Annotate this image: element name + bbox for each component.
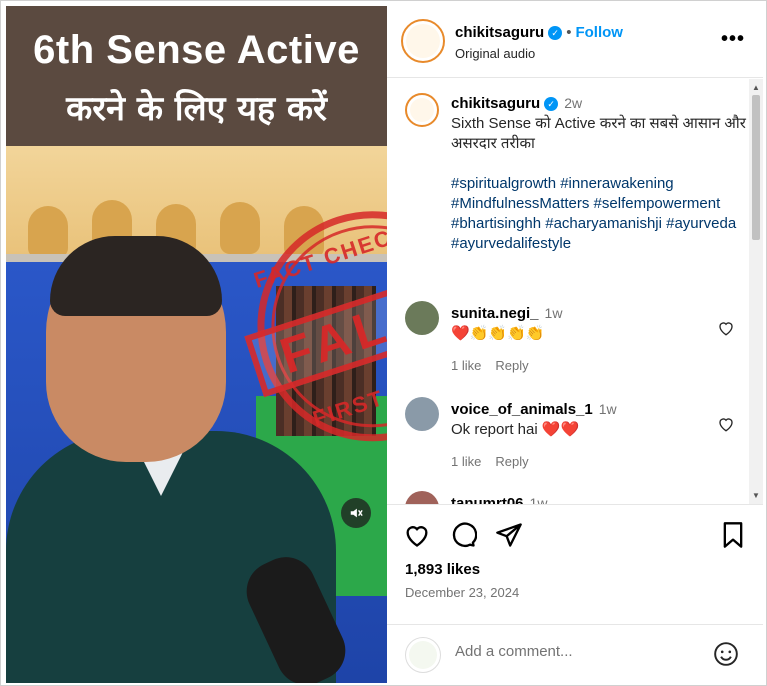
likes-count[interactable]: 1,893 likes	[405, 561, 480, 578]
more-options-icon[interactable]: •••	[721, 28, 745, 51]
reply-button[interactable]: Reply	[495, 454, 528, 469]
post-actions: 1,893 likes December 23, 2024	[387, 504, 763, 624]
follow-button[interactable]: Follow	[575, 24, 623, 41]
figurine	[284, 206, 324, 258]
bookshelf	[276, 286, 376, 436]
comment-text: ❤️👏👏👏👏	[451, 325, 545, 342]
comment-username[interactable]: tanumrt06	[451, 495, 524, 504]
caption-avatar[interactable]	[405, 93, 439, 127]
video-frame	[6, 146, 387, 683]
bookmark-icon[interactable]	[719, 521, 747, 549]
verified-icon: ✓	[548, 26, 563, 40]
scroll-up-arrow[interactable]: ▲	[752, 83, 760, 92]
commenter-avatar[interactable]	[405, 397, 439, 431]
comments-scrollbar[interactable]: ▲ ▼	[749, 79, 763, 504]
verified-icon: ✓	[544, 97, 559, 111]
audio-label[interactable]: Original audio	[455, 46, 535, 61]
comment-icon[interactable]	[449, 521, 477, 549]
figurine	[220, 202, 260, 254]
video-title-banner: 6th Sense Active करने के लिए यह करें	[6, 6, 387, 146]
caption-hashtags[interactable]: #spiritualgrowth #innerawakening #Mindfu…	[451, 174, 751, 254]
comment-username[interactable]: voice_of_animals_1	[451, 401, 593, 418]
heart-icon[interactable]	[403, 521, 431, 549]
commenter-avatar[interactable]	[405, 301, 439, 335]
comment-like-icon[interactable]	[717, 319, 735, 337]
post-header: chikitsaguru ✓ • Follow Original audio •••	[387, 6, 763, 78]
share-icon[interactable]	[495, 521, 523, 549]
current-user-avatar	[405, 637, 441, 673]
comment-input[interactable]	[455, 643, 705, 660]
post-details-panel: chikitsaguru ✓ • Follow Original audio ••• …	[387, 6, 763, 683]
commenter-avatar[interactable]	[405, 491, 439, 504]
scroll-thumb[interactable]	[752, 95, 760, 240]
separator: •	[566, 24, 572, 41]
comment-username[interactable]: sunita.negi_	[451, 305, 539, 322]
video-title-line2: करने के लिए यह करें	[66, 89, 327, 129]
caption-username[interactable]: chikitsaguru	[451, 95, 540, 112]
caption-text: Sixth Sense को Active करने का सबसे आसान …	[451, 115, 746, 152]
post-window: 6th Sense Active करने के लिए यह करें FAC…	[0, 0, 767, 686]
post-date: December 23, 2024	[405, 585, 520, 600]
reply-button[interactable]: Reply	[495, 358, 528, 373]
comment-time: 1w	[598, 401, 617, 417]
comment-likes[interactable]: 1 like	[451, 454, 481, 469]
figurine	[28, 206, 68, 258]
add-comment-bar	[387, 624, 763, 683]
scroll-down-arrow[interactable]: ▼	[752, 491, 760, 500]
reel-video[interactable]: 6th Sense Active करने के लिए यह करें	[6, 6, 387, 683]
comment-like-icon[interactable]	[717, 415, 735, 433]
caption-time: 2w	[564, 95, 583, 111]
comments-list[interactable]: chikitsaguru ✓ 2w Sixth Sense को Active कर…	[387, 79, 763, 504]
author-avatar[interactable]	[401, 19, 445, 63]
author-username[interactable]: chikitsaguru	[455, 24, 544, 41]
emoji-icon[interactable]	[713, 641, 739, 667]
mute-icon[interactable]	[341, 498, 371, 528]
video-title-line1: 6th Sense Active	[33, 28, 360, 72]
comment-likes[interactable]: 1 like	[451, 358, 481, 373]
comment-text: Ok report hai ❤️❤️	[451, 421, 580, 438]
comment-time: 1w	[544, 305, 563, 321]
comment-time: 1w	[529, 495, 548, 504]
